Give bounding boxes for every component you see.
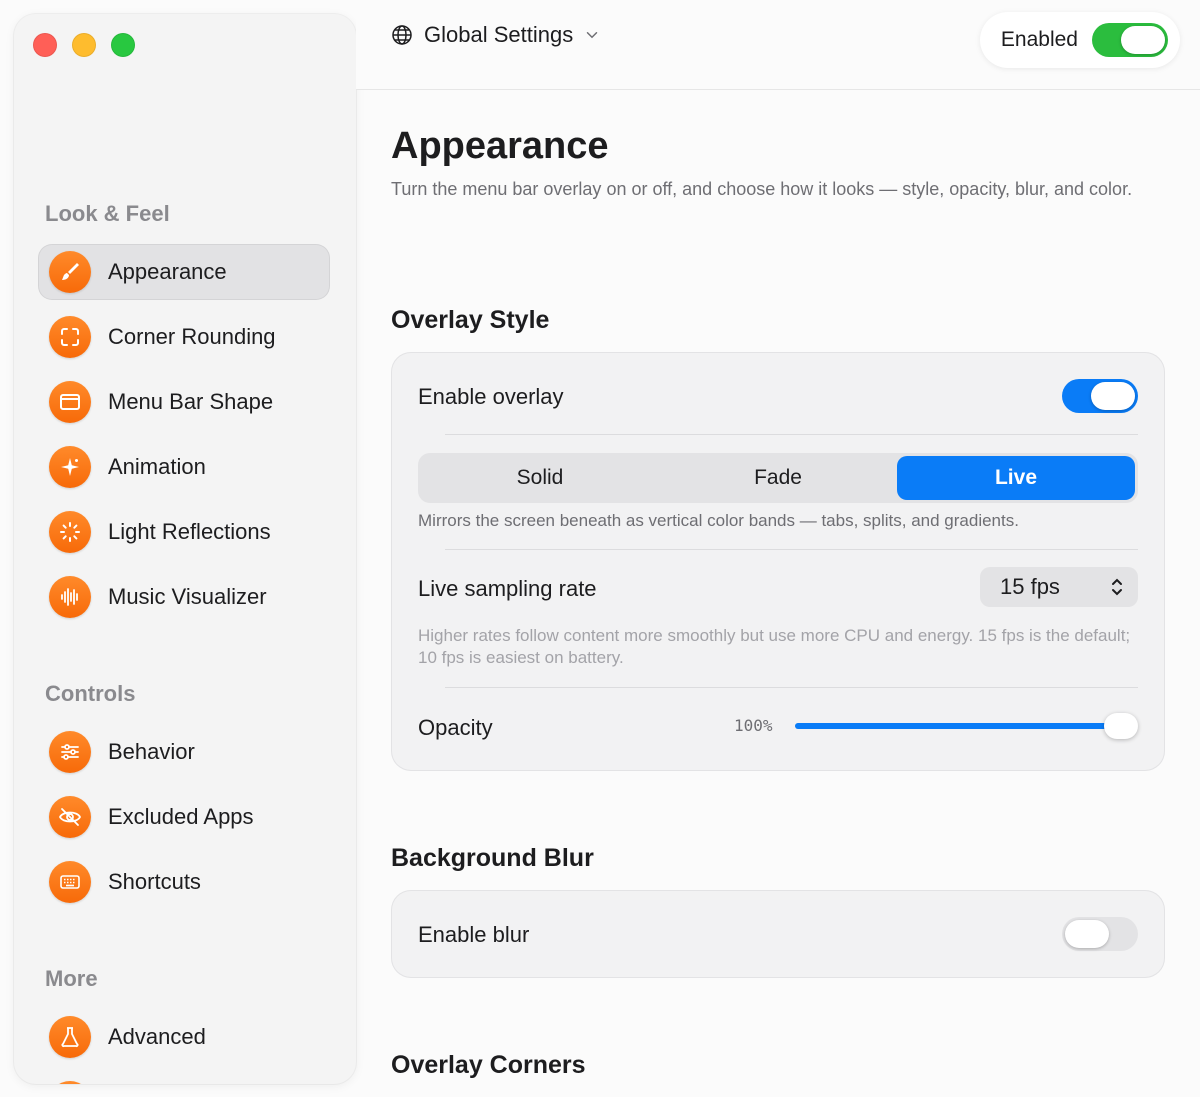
corners-icon bbox=[49, 316, 91, 358]
slider-thumb[interactable] bbox=[1104, 713, 1138, 739]
enable-blur-toggle[interactable] bbox=[1062, 917, 1138, 951]
sidebar-item-label: Menu Bar Shape bbox=[108, 389, 274, 414]
mode-live[interactable]: Live bbox=[897, 456, 1135, 500]
sidebar-item-label: Music Visualizer bbox=[108, 584, 267, 609]
sidebar-item-music-visualizer[interactable]: Music Visualizer bbox=[38, 569, 330, 625]
opacity-label: Opacity bbox=[418, 715, 493, 740]
sidebar-section-look-feel: Look & Feel bbox=[45, 201, 170, 226]
close-window-button[interactable] bbox=[33, 33, 57, 57]
menubar-shape-icon bbox=[49, 381, 91, 423]
opacity-slider[interactable] bbox=[795, 711, 1138, 741]
enable-blur-label: Enable blur bbox=[418, 922, 530, 947]
window-controls bbox=[33, 33, 135, 57]
eye-slash-icon bbox=[49, 796, 91, 838]
toolbar: Global Settings Enabled bbox=[356, 0, 1200, 90]
light-rays-icon bbox=[49, 511, 91, 553]
waveform-icon bbox=[49, 576, 91, 618]
divider bbox=[445, 549, 1138, 550]
sidebar-item-advanced[interactable]: Advanced bbox=[38, 1009, 330, 1065]
page-title: Appearance bbox=[391, 125, 609, 167]
paintbrush-icon bbox=[49, 251, 91, 293]
sidebar-item-label: Appearance bbox=[108, 259, 227, 284]
scope-label: Global Settings bbox=[424, 22, 574, 47]
sidebar-section-more: More bbox=[45, 966, 98, 991]
divider bbox=[445, 434, 1138, 435]
sidebar-item-label: Animation bbox=[108, 454, 206, 479]
page-description: Turn the menu bar overlay on or off, and… bbox=[391, 179, 1133, 199]
overlay-style-card: Enable overlay Solid Fade Live Mirrors t… bbox=[391, 352, 1165, 771]
sidebar-item-partial[interactable] bbox=[38, 1074, 330, 1084]
scope-selector[interactable]: Global Settings bbox=[390, 22, 601, 48]
main-content: Appearance Turn the menu bar overlay on … bbox=[356, 91, 1200, 1097]
mode-solid[interactable]: Solid bbox=[421, 456, 659, 500]
sparkles-icon bbox=[49, 446, 91, 488]
enabled-label: Enabled bbox=[1000, 28, 1078, 51]
partial-item-icon bbox=[49, 1081, 91, 1084]
overlay-mode-segmented-control: Solid Fade Live bbox=[418, 453, 1138, 503]
keyboard-icon bbox=[49, 861, 91, 903]
sidebar-item-appearance[interactable]: Appearance bbox=[38, 244, 330, 300]
sampling-rate-label: Live sampling rate bbox=[418, 576, 597, 601]
zoom-window-button[interactable] bbox=[111, 33, 135, 57]
slider-fill bbox=[795, 723, 1121, 729]
mode-hint: Mirrors the screen beneath as vertical c… bbox=[418, 511, 1019, 530]
chevron-down-icon bbox=[586, 32, 598, 39]
sidebar-item-shortcuts[interactable]: Shortcuts bbox=[38, 854, 330, 910]
divider bbox=[445, 687, 1138, 688]
background-blur-title: Background Blur bbox=[391, 844, 594, 872]
sidebar-item-menu-bar-shape[interactable]: Menu Bar Shape bbox=[38, 374, 330, 430]
globe-icon bbox=[392, 25, 412, 45]
background-blur-card: Enable blur bbox=[391, 890, 1165, 978]
sampling-rate-value: 15 fps bbox=[1000, 574, 1060, 599]
settings-window: Look & Feel Appearance Corner Rounding M… bbox=[0, 0, 1200, 1097]
enable-overlay-label: Enable overlay bbox=[418, 384, 564, 409]
sidebar-item-behavior[interactable]: Behavior bbox=[38, 724, 330, 780]
overlay-style-title: Overlay Style bbox=[391, 306, 550, 334]
enabled-toggle[interactable] bbox=[1092, 23, 1168, 57]
sidebar-item-label: Advanced bbox=[108, 1024, 206, 1049]
sidebar-item-light-reflections[interactable]: Light Reflections bbox=[38, 504, 330, 560]
sidebar-item-label: Corner Rounding bbox=[108, 324, 276, 349]
opacity-value: 100% bbox=[734, 716, 773, 735]
sidebar: Look & Feel Appearance Corner Rounding M… bbox=[14, 14, 356, 1084]
sidebar-item-label: Behavior bbox=[108, 739, 195, 764]
flask-icon bbox=[49, 1016, 91, 1058]
enable-overlay-toggle[interactable] bbox=[1062, 379, 1138, 413]
sampling-rate-select[interactable]: 15 fps bbox=[980, 567, 1138, 607]
sidebar-item-label: Shortcuts bbox=[108, 869, 201, 894]
sidebar-item-label: Light Reflections bbox=[108, 519, 271, 544]
sidebar-item-label: Excluded Apps bbox=[108, 804, 254, 829]
sidebar-item-corner-rounding[interactable]: Corner Rounding bbox=[38, 309, 330, 365]
chevron-up-down-icon bbox=[1112, 578, 1122, 596]
sidebar-item-animation[interactable]: Animation bbox=[38, 439, 330, 495]
sidebar-item-excluded-apps[interactable]: Excluded Apps bbox=[38, 789, 330, 845]
sidebar-section-controls: Controls bbox=[45, 681, 136, 706]
sampling-hint: Higher rates follow content more smoothl… bbox=[418, 626, 1131, 667]
enabled-control: Enabled bbox=[980, 12, 1180, 68]
sliders-icon bbox=[49, 731, 91, 773]
minimize-window-button[interactable] bbox=[72, 33, 96, 57]
mode-fade[interactable]: Fade bbox=[659, 456, 897, 500]
overlay-corners-title: Overlay Corners bbox=[391, 1051, 586, 1079]
